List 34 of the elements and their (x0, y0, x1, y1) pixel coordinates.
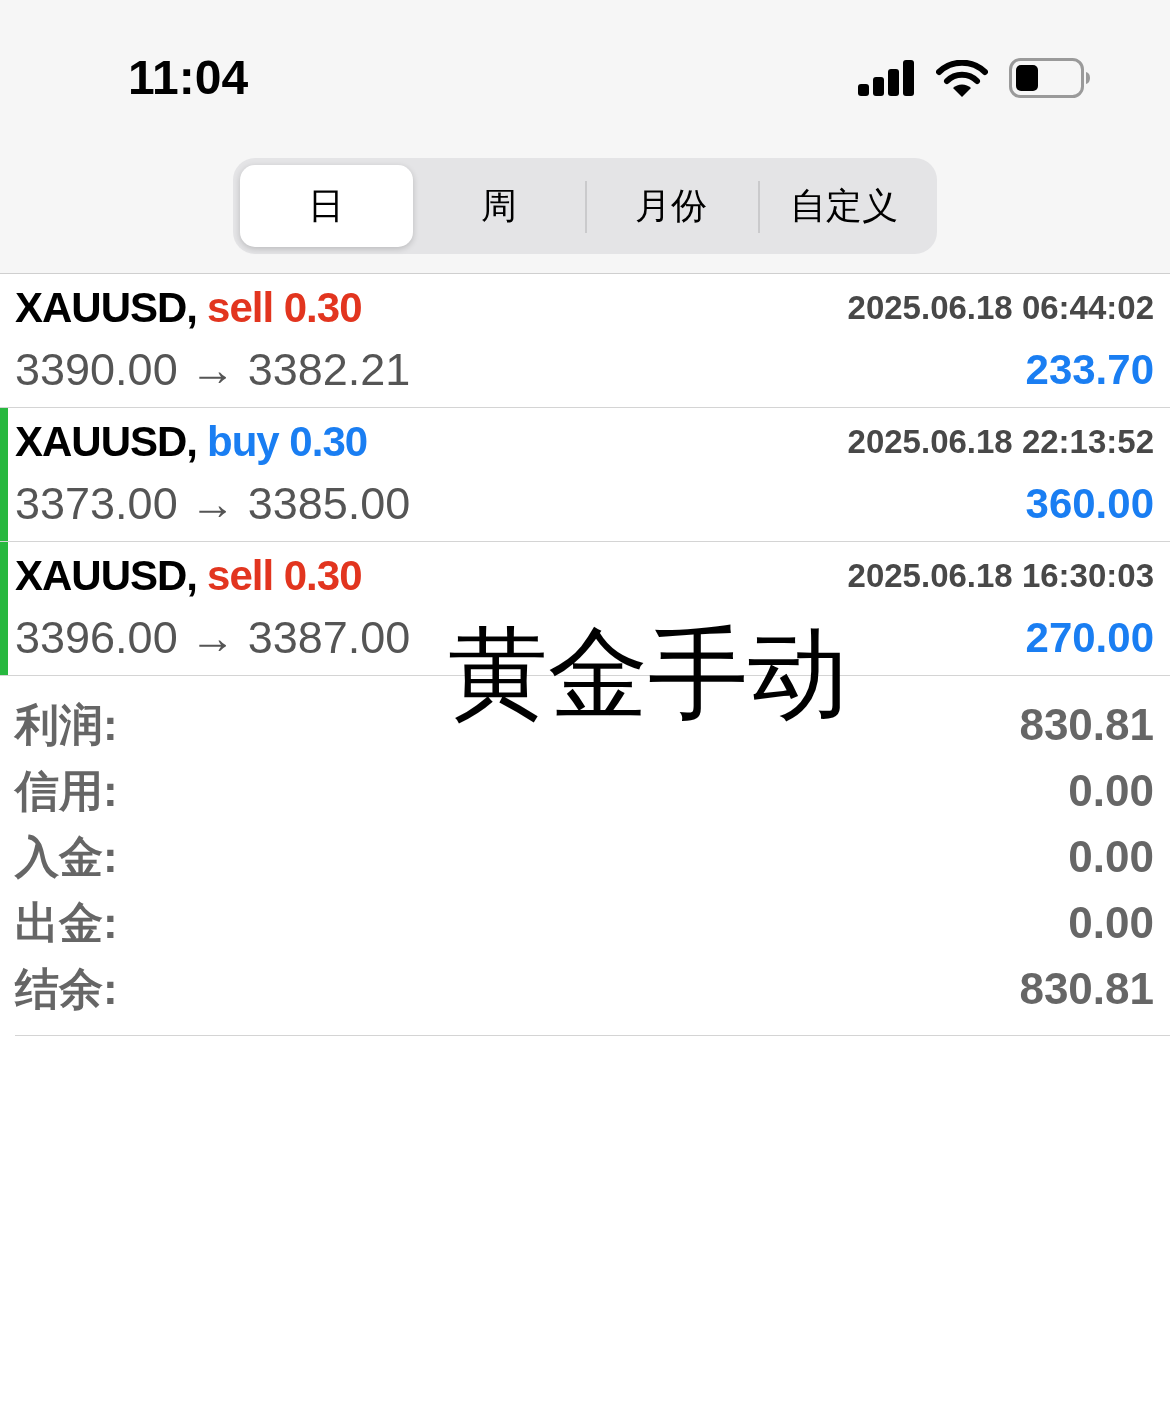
summary-value: 0.00 (1068, 898, 1154, 948)
symbol-label: XAUUSD, (15, 284, 198, 332)
wifi-icon (936, 59, 988, 97)
signal-icon (858, 60, 915, 96)
price-change: 3373.00 → 3385.00 (15, 480, 411, 528)
summary-label: 入金: (15, 832, 118, 882)
profit-value: 233.70 (1025, 346, 1154, 394)
summary-value: 0.00 (1068, 832, 1154, 882)
summary-label: 利润: (15, 700, 118, 750)
trade-time: 2025.06.18 06:44:02 (847, 288, 1154, 328)
trade-time: 2025.06.18 16:30:03 (847, 556, 1154, 596)
period-tab[interactable]: 月份 (585, 165, 758, 247)
price-change: 3390.00 → 3382.21 (15, 346, 411, 394)
order-type: sell 0.30 (207, 284, 362, 332)
order-type: buy 0.30 (207, 418, 368, 466)
status-time: 11:04 (128, 52, 249, 104)
period-tab[interactable]: 自定义 (757, 165, 930, 247)
profit-value: 270.00 (1025, 614, 1154, 662)
trade-time: 2025.06.18 22:13:52 (847, 422, 1154, 462)
order-type: sell 0.30 (207, 552, 362, 600)
summary-value: 830.81 (1019, 700, 1154, 750)
profit-value: 360.00 (1025, 480, 1154, 528)
symbol-label: XAUUSD, (15, 552, 198, 600)
summary-label: 信用: (15, 766, 118, 816)
period-tab[interactable]: 周 (412, 165, 585, 247)
symbol-label: XAUUSD, (15, 418, 198, 466)
summary-value: 830.81 (1019, 964, 1154, 1014)
battery-icon (1009, 58, 1090, 98)
summary-label: 出金: (15, 898, 118, 948)
price-change: 3396.00 → 3387.00 (15, 614, 411, 662)
summary-label: 结余: (15, 964, 118, 1014)
overlay-caption: 黄金手动 (448, 618, 848, 728)
summary-value: 0.00 (1068, 766, 1154, 816)
period-tab[interactable]: 日 (240, 165, 413, 247)
